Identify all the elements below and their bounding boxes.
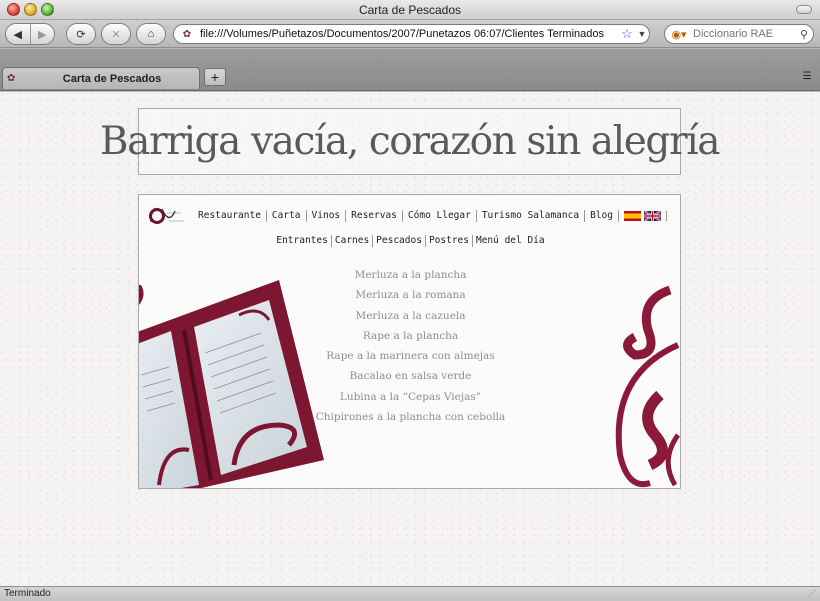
dish-item: Merluza a la cazuela [355, 309, 466, 322]
nav-restaurante[interactable]: Restaurante [194, 210, 267, 222]
subnav-pescados[interactable]: Pescados [373, 235, 426, 247]
restaurant-site-frame: Restaurante Carta Vinos Reservas Cómo Ll… [138, 194, 681, 489]
address-bar[interactable]: ✿ file:///Volumes/Puñetazos/Documentos/2… [173, 24, 650, 44]
dish-item: Chipirones a la plancha con cebolla [315, 411, 506, 424]
history-dropdown-icon[interactable]: ▼ [635, 29, 649, 39]
site-favicon-icon: ✿ [182, 28, 192, 40]
carta-subnavigation: Entrantes Carnes Pescados Postres Menú d… [139, 235, 680, 247]
subnav-postres[interactable]: Postres [426, 235, 473, 247]
dish-item: Rape a la plancha [362, 329, 459, 342]
nav-como-llegar[interactable]: Cómo Llegar [403, 210, 477, 222]
language-flags [619, 211, 667, 221]
tab-label: Carta de Pescados [62, 72, 162, 85]
stop-icon: ✕ [111, 28, 121, 41]
headline-banner: Barriga vacía, corazón sin alegría [100, 108, 721, 175]
main-navigation: Restaurante Carta Vinos Reservas Cómo Ll… [194, 210, 667, 222]
resize-grip-icon[interactable]: ⋰ [808, 589, 818, 599]
toolbar-toggle-button[interactable] [796, 5, 812, 14]
browser-toolbar: ◀ ▶ ⟳ ✕ ⌂ ✿ file:///Volumes/Puñetazos/Do… [0, 20, 820, 48]
reload-button[interactable]: ⟳ [66, 23, 96, 45]
tab-favicon-icon: ✿ [7, 73, 16, 84]
new-tab-button[interactable]: + [204, 68, 226, 86]
nav-blog[interactable]: Blog [585, 210, 619, 222]
window-titlebar: Carta de Pescados [0, 0, 820, 20]
home-button[interactable]: ⌂ [136, 23, 166, 45]
nav-carta[interactable]: Carta [267, 210, 307, 222]
reload-icon: ⟳ [76, 28, 86, 41]
tab-strip: ✿ Carta de Pescados + ☰ [0, 49, 820, 91]
nav-turismo-salamanca[interactable]: Turismo Salamanca [477, 210, 586, 222]
fish-dish-list: Merluza a la plancha Merluza a la romana… [139, 265, 680, 427]
dish-item: Rape a la marinera con almejas [326, 350, 495, 363]
page-viewport: Barriga vacía, corazón sin alegría Resta… [0, 92, 820, 586]
dish-item: Merluza a la plancha [354, 269, 467, 281]
dish-item: Bacalao en salsa verde [349, 370, 472, 383]
subnav-carnes[interactable]: Carnes [332, 235, 374, 247]
search-icon[interactable]: ⚲ [795, 28, 813, 41]
stop-button[interactable]: ✕ [101, 23, 131, 45]
subnav-entrantes[interactable]: Entrantes [273, 235, 332, 247]
tab-list-icon[interactable]: ☰ [800, 71, 814, 83]
window-title: Carta de Pescados [358, 3, 462, 17]
search-input[interactable] [693, 28, 795, 40]
back-forward-group: ◀ ▶ [5, 23, 55, 45]
dish-item: Lubina a la “Cepas Viejas” [339, 390, 482, 403]
back-arrow-icon[interactable]: ◀ [6, 28, 30, 41]
nav-reservas[interactable]: Reservas [346, 210, 403, 222]
search-engine-icon[interactable]: ◉▾ [665, 28, 693, 41]
page-headline: Barriga vacía, corazón sin alegría [99, 119, 721, 164]
nav-vinos[interactable]: Vinos [307, 210, 347, 222]
forward-arrow-icon[interactable]: ▶ [31, 28, 55, 41]
restaurant-logo[interactable] [147, 203, 187, 229]
spanish-flag-icon[interactable] [623, 211, 641, 221]
uk-flag-icon[interactable] [643, 211, 661, 221]
url-text[interactable]: file:///Volumes/Puñetazos/Documentos/200… [200, 28, 619, 40]
dish-item: Merluza a la romana [355, 289, 466, 302]
status-text: Terminado [4, 588, 51, 599]
subnav-menu-del-dia[interactable]: Menú del Día [473, 235, 548, 247]
bookmark-star-icon[interactable]: ☆ [619, 26, 635, 42]
tab-carta-de-pescados[interactable]: ✿ Carta de Pescados [2, 67, 200, 89]
home-icon: ⌂ [147, 28, 155, 40]
status-bar: Terminado ⋰ [0, 586, 820, 601]
search-bar[interactable]: ◉▾ ⚲ [664, 24, 814, 44]
